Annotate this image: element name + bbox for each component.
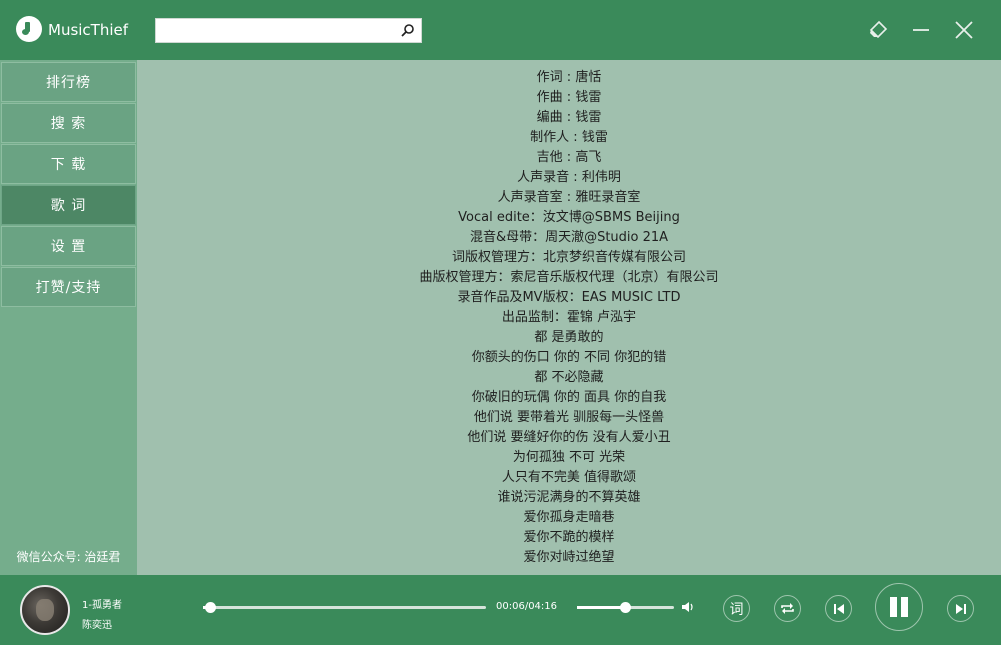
- volume-fill: [577, 606, 625, 609]
- album-cover[interactable]: [20, 585, 70, 635]
- sidebar-item-settings[interactable]: 设 置: [1, 226, 136, 266]
- sidebar-item-charts[interactable]: 排行榜: [1, 62, 136, 102]
- lyric-line: 混音&母带：周天澈@Studio 21A: [469, 230, 669, 245]
- lyric-line: 为何孤独 不可 光荣: [512, 450, 626, 465]
- lyric-line: 都 不必隐藏: [534, 370, 604, 385]
- lyric-line: 人声录音 : 利伟明: [517, 170, 621, 185]
- volume-icon[interactable]: [681, 600, 695, 614]
- lyrics-list: 作词 : 唐恬 作曲 : 钱雷 编曲 : 钱雷 制作人 : 钱雷 吉他 : 高飞人声录音…: [137, 60, 1001, 568]
- progress-slider[interactable]: [203, 602, 486, 613]
- close-button[interactable]: [952, 18, 976, 42]
- repeat-button[interactable]: [774, 595, 801, 622]
- close-icon: [955, 21, 973, 39]
- previous-button[interactable]: [825, 595, 852, 622]
- sidebar-item-download[interactable]: 下 载: [1, 144, 136, 184]
- sidebar-item-search[interactable]: 搜 索: [1, 103, 136, 143]
- play-pause-button[interactable]: [875, 583, 923, 631]
- wechat-account-label: 微信公众号: 治廷君: [16, 550, 121, 564]
- volume-handle[interactable]: [619, 602, 631, 613]
- song-artist: 陈奕迅: [82, 620, 112, 631]
- repeat-icon: [781, 603, 794, 614]
- lyric-line: 作词 : 唐恬: [536, 70, 602, 85]
- skin-button[interactable]: [866, 18, 890, 42]
- lyric-line: 爱你孤身走暗巷: [523, 510, 615, 525]
- lyric-line: 出品监制：霍锦 卢泓宇: [501, 310, 637, 325]
- volume-slider[interactable]: [577, 602, 674, 613]
- search-box[interactable]: [155, 18, 422, 43]
- lyric-line: 人声录音室 : 雅旺录音室: [497, 190, 641, 205]
- next-button[interactable]: [947, 595, 974, 622]
- time-display: 00:06/04:16: [496, 601, 558, 612]
- lyric-line: 爱你对峙过绝望: [523, 550, 615, 565]
- lyric-line: 编曲 : 钱雷: [536, 110, 602, 125]
- lyric-line: 录音作品及MV版权：EAS MUSIC LTD: [457, 290, 681, 305]
- search-icon[interactable]: [401, 23, 415, 37]
- skin-icon: [869, 20, 888, 39]
- lyrics-toggle-button[interactable]: 词: [723, 595, 750, 622]
- lyric-line: 都 是勇敢的: [534, 330, 604, 345]
- song-title: 1-孤勇者: [82, 600, 122, 611]
- lyric-line: 吉他 : 高飞: [536, 150, 602, 165]
- lyric-line: 你额头的伤口 你的 不同 你犯的错: [471, 350, 667, 365]
- lyric-line: 人只有不完美 值得歌颂: [501, 470, 637, 485]
- progress-handle[interactable]: [204, 602, 216, 613]
- lyric-line: 曲版权管理方：索尼音乐版权代理（北京）有限公司: [419, 270, 719, 285]
- sidebar: 排行榜 搜 索 下 载 歌 词 设 置 打赞/支持 微信公众号: 治廷君: [0, 60, 137, 575]
- minimize-icon: [913, 29, 929, 31]
- music-note-icon: [16, 16, 42, 42]
- lyric-line: 你破旧的玩偶 你的 面具 你的自我: [471, 390, 667, 405]
- next-icon: [955, 603, 966, 614]
- lyric-line: 谁说污泥满身的不算英雄: [497, 490, 641, 505]
- lyric-line: 他们说 要带着光 驯服每一头怪兽: [473, 410, 665, 425]
- title-bar: MusicThief: [0, 0, 1001, 60]
- lyric-line: Vocal edite：汝文博@SBMS Beijing: [458, 210, 680, 225]
- minimize-button[interactable]: [909, 18, 933, 42]
- lyric-line: 词版权管理方：北京梦织音传媒有限公司: [451, 250, 686, 265]
- sidebar-item-support[interactable]: 打赞/支持: [1, 267, 136, 307]
- pause-icon: [890, 597, 908, 617]
- lyric-line: 制作人 : 钱雷: [530, 130, 608, 145]
- sidebar-item-lyrics[interactable]: 歌 词: [1, 185, 136, 225]
- lyric-line: 作曲 : 钱雷: [536, 90, 602, 105]
- lyrics-panel[interactable]: 作词 : 唐恬 作曲 : 钱雷 编曲 : 钱雷 制作人 : 钱雷 吉他 : 高飞人声录音…: [137, 60, 1001, 575]
- previous-icon: [833, 603, 844, 614]
- lyric-line: 爱你不跪的模样: [523, 530, 615, 545]
- lyric-line: 他们说 要缝好你的伤 没有人爱小丑: [467, 430, 671, 445]
- app-title: MusicThief: [48, 21, 129, 39]
- player-bar: 1-孤勇者 陈奕迅 00:06/04:16 词: [0, 575, 1001, 645]
- search-input[interactable]: [156, 19, 392, 42]
